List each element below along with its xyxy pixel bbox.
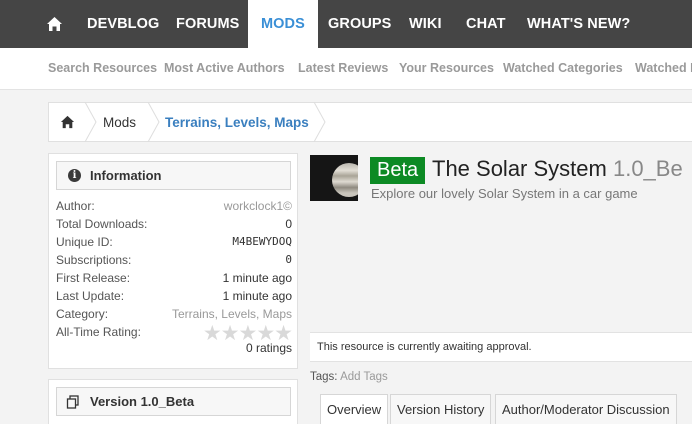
sub-nav: Search Resources Most Active Authors Lat… [0, 48, 692, 90]
tags-line: Tags: Add Tags [310, 371, 388, 383]
category-label: Category: [56, 307, 109, 321]
nav-item-forums[interactable]: FORUMS [176, 0, 239, 48]
breadcrumb-separator [147, 102, 160, 142]
downloads-label: Total Downloads: [56, 217, 148, 231]
nav-item-mods[interactable]: MODS [248, 0, 318, 48]
subnav-watched-resources[interactable]: Watched R [635, 61, 692, 75]
category-link[interactable]: Terrains, Levels, Maps [172, 307, 292, 321]
subnav-watched-categories[interactable]: Watched Categories [503, 61, 623, 75]
approval-notice-text: This resource is currently awaiting appr… [317, 341, 532, 353]
unique-id-label: Unique ID: [56, 235, 113, 249]
home-icon[interactable] [46, 16, 63, 32]
rating-label: All-Time Rating: [56, 325, 141, 339]
information-header: i Information [56, 161, 291, 190]
add-tags-link[interactable]: Add Tags [340, 371, 388, 383]
planet-image [332, 163, 358, 197]
resource-version: 1.0_Be [612, 156, 683, 181]
breadcrumb-item-mods[interactable]: Mods [103, 115, 136, 130]
resource-thumbnail [310, 155, 358, 201]
breadcrumb-item-category[interactable]: Terrains, Levels, Maps [165, 115, 309, 130]
info-row-downloads: Total Downloads: 0 [56, 217, 292, 235]
author-label: Author: [56, 199, 95, 213]
info-row-author: Author: workclock1© [56, 199, 292, 217]
resource-title: The Solar System 1.0_Be [432, 156, 683, 182]
nav-item-wiki[interactable]: WIKI [409, 0, 442, 48]
version-panel: Version 1.0_Beta [48, 379, 298, 424]
subnav-your-resources[interactable]: Your Resources [399, 61, 494, 75]
breadcrumb: Mods Terrains, Levels, Maps [48, 102, 692, 142]
approval-notice: This resource is currently awaiting appr… [310, 332, 692, 362]
resource-title-text: The Solar System [432, 156, 607, 181]
breadcrumb-separator [313, 102, 326, 142]
top-nav: DEVBLOG FORUMS MODS GROUPS WIKI CHAT WHA… [0, 0, 692, 48]
rating-count: 0 ratings [245, 341, 292, 355]
information-panel: i Information Author: workclock1© Total … [48, 153, 298, 369]
unique-id-value: M4BEWYDOQ [232, 235, 292, 248]
downloads-value: 0 [285, 217, 292, 231]
nav-item-whats-new[interactable]: WHAT'S NEW? [527, 0, 630, 48]
subnav-search-resources[interactable]: Search Resources [48, 61, 157, 75]
information-title: Information [90, 168, 162, 183]
tab-author-moderator-discussion[interactable]: Author/Moderator Discussion [495, 394, 677, 424]
tab-version-history[interactable]: Version History [390, 394, 492, 424]
author-link[interactable]: workclock1© [224, 199, 292, 213]
beta-badge: Beta [370, 157, 426, 184]
tab-overview[interactable]: Overview [320, 394, 389, 424]
info-row-subscriptions: Subscriptions: 0 [56, 253, 292, 271]
nav-item-chat[interactable]: CHAT [466, 0, 506, 48]
version-title: Version 1.0_Beta [90, 394, 195, 409]
info-row-first-release: First Release: 1 minute ago [56, 271, 292, 289]
info-row-last-update: Last Update: 1 minute ago [56, 289, 292, 307]
copy-icon [66, 395, 79, 409]
info-icon: i [68, 169, 81, 182]
breadcrumb-separator [84, 102, 97, 142]
subscriptions-label: Subscriptions: [56, 253, 132, 267]
first-release-value: 1 minute ago [222, 271, 292, 285]
subnav-most-active-authors[interactable]: Most Active Authors [164, 61, 285, 75]
home-icon[interactable] [60, 115, 75, 129]
last-update-label: Last Update: [56, 289, 125, 303]
subscriptions-value: 0 [285, 253, 292, 266]
nav-item-devblog[interactable]: DEVBLOG [87, 0, 159, 48]
subnav-latest-reviews[interactable]: Latest Reviews [298, 61, 388, 75]
nav-item-groups[interactable]: GROUPS [328, 0, 391, 48]
info-row-rating: All-Time Rating: ★★★★★ 0 ratings [56, 322, 293, 361]
last-update-value: 1 minute ago [222, 289, 292, 303]
resource-tagline: Explore our lovely Solar System in a car… [371, 186, 638, 201]
version-header: Version 1.0_Beta [56, 387, 291, 416]
first-release-label: First Release: [56, 271, 131, 285]
info-row-unique-id: Unique ID: M4BEWYDOQ [56, 235, 292, 253]
tags-label: Tags: [310, 371, 338, 383]
